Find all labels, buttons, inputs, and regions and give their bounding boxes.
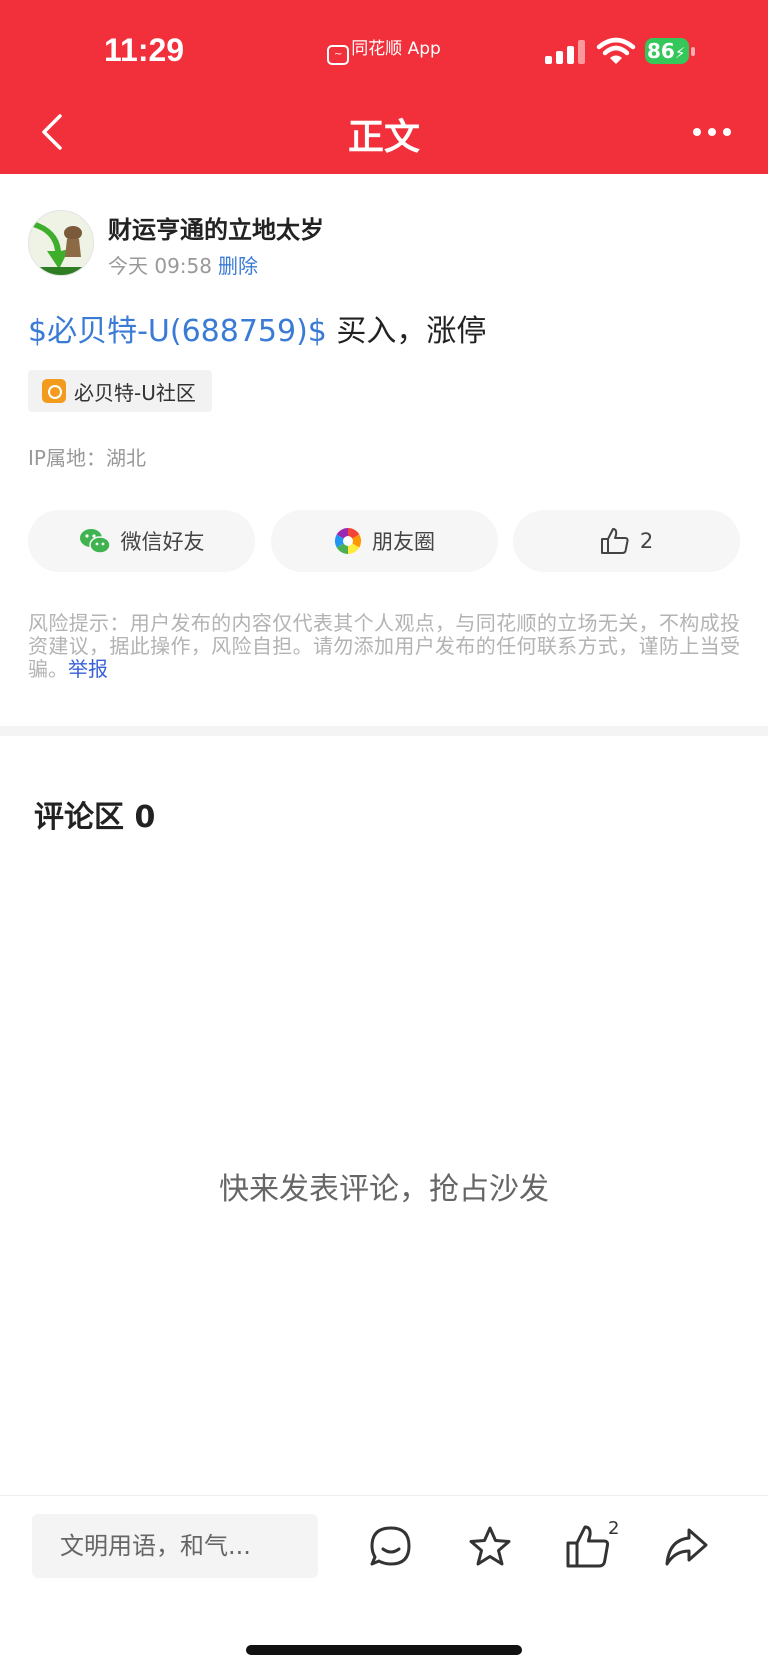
- share-row: 微信好友 朋友圈 2: [28, 510, 740, 572]
- ip-location: IP属地：湖北: [28, 446, 146, 470]
- bottom-like-count: 2: [608, 1518, 620, 1539]
- like-count: 2: [639, 529, 654, 553]
- post-meta: 今天 09:58 删除: [108, 250, 258, 279]
- delete-link[interactable]: 删除: [218, 254, 258, 278]
- avatar-image: [29, 211, 93, 275]
- share-wechat-label: 微信好友: [120, 530, 205, 554]
- author-name[interactable]: 财运亨通的立地太岁: [108, 210, 324, 245]
- app-label-text: 同花顺 App: [351, 39, 441, 59]
- wifi-icon: [596, 37, 636, 64]
- more-icon[interactable]: [693, 128, 733, 140]
- home-indicator: [246, 1645, 522, 1655]
- report-link[interactable]: 举报: [68, 657, 108, 681]
- community-tag[interactable]: 必贝特-U社区: [28, 370, 212, 412]
- wechat-icon: [79, 529, 111, 554]
- bottom-action-bar: 文明用语，和气... 2: [0, 1495, 768, 1666]
- thumbs-up-icon: [600, 528, 629, 554]
- like-button[interactable]: 2: [513, 510, 740, 572]
- post-content: $必贝特-U(688759)$ 买入，涨停: [28, 306, 486, 350]
- bottom-thumbs-up-icon[interactable]: [565, 1524, 611, 1570]
- section-divider: [0, 726, 768, 736]
- comments-title: 评论区 0: [34, 800, 156, 835]
- share-moments-button[interactable]: 朋友圈: [271, 510, 498, 572]
- share-moments-label: 朋友圈: [372, 530, 435, 554]
- share-icon[interactable]: [663, 1524, 709, 1570]
- avatar[interactable]: [28, 210, 94, 276]
- comment-input[interactable]: 文明用语，和气...: [32, 1514, 318, 1578]
- star-icon[interactable]: [467, 1524, 513, 1570]
- page-title: 正文: [347, 117, 420, 158]
- post-body-text: 买入，涨停: [326, 314, 487, 349]
- community-icon: [42, 379, 66, 403]
- post-time: 今天 09:58: [108, 254, 212, 278]
- stock-tag-link[interactable]: $必贝特-U(688759)$: [28, 314, 327, 349]
- community-label: 必贝特-U社区: [74, 380, 196, 405]
- moments-icon: [334, 527, 362, 555]
- cellular-signal-icon: [545, 40, 585, 64]
- risk-notice: 风险提示：用户发布的内容仅代表其个人观点，与同花顺的立场无关，不构成投资建议，据…: [28, 612, 740, 681]
- app-mark-icon: ~: [327, 45, 350, 65]
- comment-icon[interactable]: [368, 1524, 414, 1570]
- share-wechat-button[interactable]: 微信好友: [28, 510, 255, 572]
- app-header: 11:29 ~ 同花顺 App 86⚡ 正文: [0, 0, 768, 174]
- risk-text: 风险提示：用户发布的内容仅代表其个人观点，与同花顺的立场无关，不构成投资建议，据…: [28, 611, 740, 681]
- battery-indicator: 86⚡: [645, 38, 697, 66]
- empty-comments-message: 快来发表评论，抢占沙发: [219, 1172, 549, 1207]
- battery-level: 86: [647, 39, 675, 63]
